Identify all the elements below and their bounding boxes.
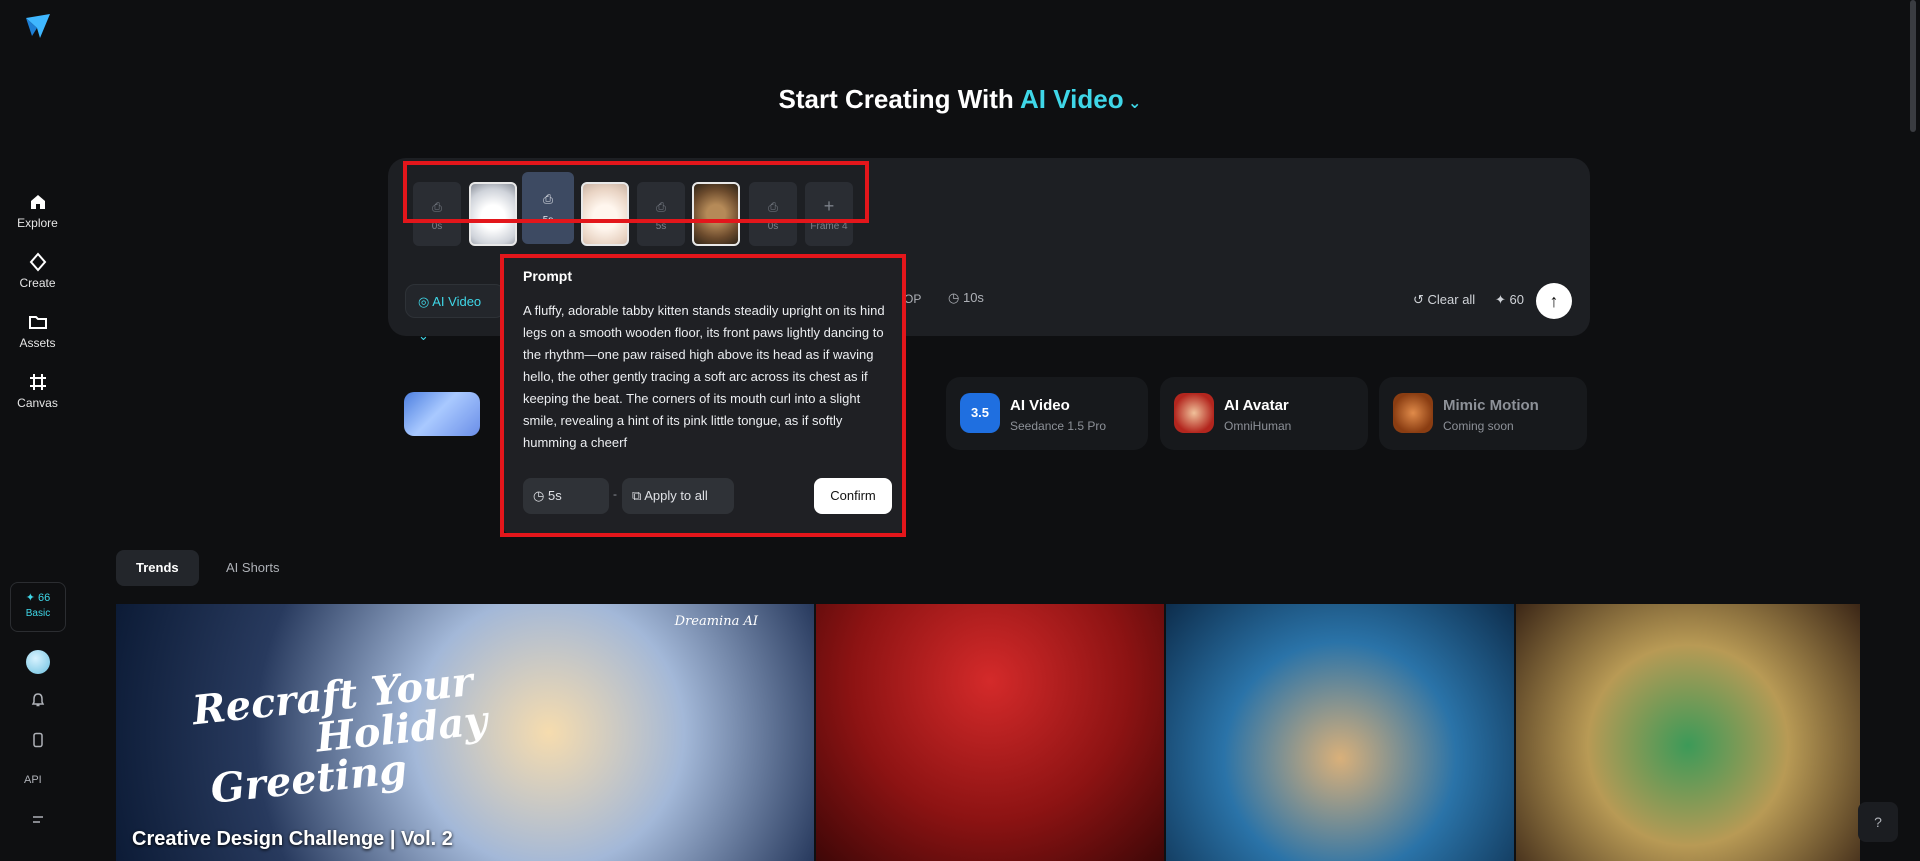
sidebar: Explore Create Assets Canvas ✦ 66 Basic …: [0, 0, 75, 861]
avatar-icon: [1174, 393, 1214, 433]
arrow-up-icon: ↑: [1549, 291, 1559, 311]
page-title: Start Creating With AI Video ⌄: [0, 84, 1920, 115]
tool-card-ai-video[interactable]: 3.5 AI Video Seedance 1.5 Pro: [946, 377, 1148, 450]
help-button[interactable]: ?: [1858, 802, 1898, 842]
nav-canvas[interactable]: Canvas: [0, 372, 75, 410]
holiday-headline: Recraft Your Holiday Greeting: [190, 658, 494, 813]
popup-highlight: [500, 254, 906, 537]
diamond-icon: [29, 252, 46, 272]
credit-cost: ✦ 60: [1495, 292, 1524, 307]
credits-count: ✦ 66: [25, 592, 51, 604]
help-icon: ?: [1874, 814, 1882, 830]
gallery-card-holiday[interactable]: Dreamina AI Recraft Your Holiday Greetin…: [116, 604, 814, 861]
chevron-down-icon: ⌄: [1123, 95, 1142, 112]
app-logo-icon[interactable]: [24, 12, 52, 40]
clear-all-button[interactable]: ↺ Clear all: [1413, 292, 1475, 308]
duration-value: 10s: [962, 290, 984, 305]
nav-explore-label: Explore: [17, 216, 58, 230]
canvas-icon: [29, 374, 46, 390]
nav-create-label: Create: [19, 276, 56, 290]
gallery-card-bow[interactable]: [816, 604, 1164, 861]
ai-video-icon: ◎: [418, 294, 433, 309]
seedance-icon: 3.5: [960, 393, 1000, 433]
gallery-card-gift[interactable]: [1516, 604, 1860, 861]
model-selector[interactable]: AI Video ⌄: [1020, 84, 1141, 114]
chevron-down-icon: ⌄: [418, 328, 429, 343]
pegasus-card-image[interactable]: [404, 392, 480, 436]
tool-card-ai-avatar[interactable]: AI Avatar OmniHuman: [1160, 377, 1368, 450]
frames-highlight: [403, 161, 869, 223]
api-link[interactable]: API: [24, 774, 42, 786]
tool-subtitle: Seedance 1.5 Pro: [1010, 419, 1107, 433]
submit-button[interactable]: ↑: [1536, 283, 1572, 319]
credits-badge[interactable]: ✦ 66 Basic: [10, 582, 66, 632]
bell-icon[interactable]: [28, 692, 48, 712]
gallery-headline: Creative Design Challenge | Vol. 2: [132, 828, 453, 850]
tab-trends[interactable]: Trends: [116, 550, 199, 586]
mode-selector[interactable]: ◎ AI Video ⌄: [405, 284, 505, 343]
option-pill[interactable]: OP: [904, 292, 921, 306]
scrollbar[interactable]: [1910, 0, 1916, 132]
refresh-icon: ↺: [1413, 292, 1428, 307]
mode-selector-label: AI Video: [432, 294, 482, 309]
nav-explore[interactable]: Explore: [0, 192, 75, 230]
title-prefix: Start Creating With: [778, 84, 1014, 114]
tool-title: AI Video: [1010, 397, 1070, 414]
motion-icon: [1393, 393, 1433, 433]
plan-label: Basic: [25, 608, 51, 619]
menu-icon[interactable]: [28, 812, 48, 832]
tool-title: Mimic Motion: [1443, 397, 1539, 414]
nav-assets-label: Assets: [19, 336, 56, 350]
tool-subtitle: OmniHuman: [1224, 419, 1292, 433]
gallery-card-underwater[interactable]: [1166, 604, 1514, 861]
model-selector-label: AI Video: [1020, 84, 1124, 114]
duration-pill[interactable]: ◷ 10s: [948, 290, 984, 306]
nav-create[interactable]: Create: [0, 252, 75, 290]
folder-icon: [28, 316, 47, 329]
brand-watermark: Dreamina AI: [674, 614, 758, 629]
nav-assets[interactable]: Assets: [0, 312, 75, 350]
tool-card-mimic-motion[interactable]: Mimic Motion Coming soon: [1379, 377, 1587, 450]
mobile-icon[interactable]: [28, 732, 48, 752]
clock-icon: ◷: [948, 290, 963, 305]
nav-canvas-label: Canvas: [17, 396, 58, 410]
tab-ai-shorts[interactable]: AI Shorts: [206, 550, 299, 586]
avatar[interactable]: [26, 650, 50, 674]
tool-subtitle: Coming soon: [1443, 419, 1514, 433]
home-icon: [30, 195, 45, 209]
clear-all-label: Clear all: [1427, 292, 1476, 307]
tool-title: AI Avatar: [1224, 397, 1289, 414]
